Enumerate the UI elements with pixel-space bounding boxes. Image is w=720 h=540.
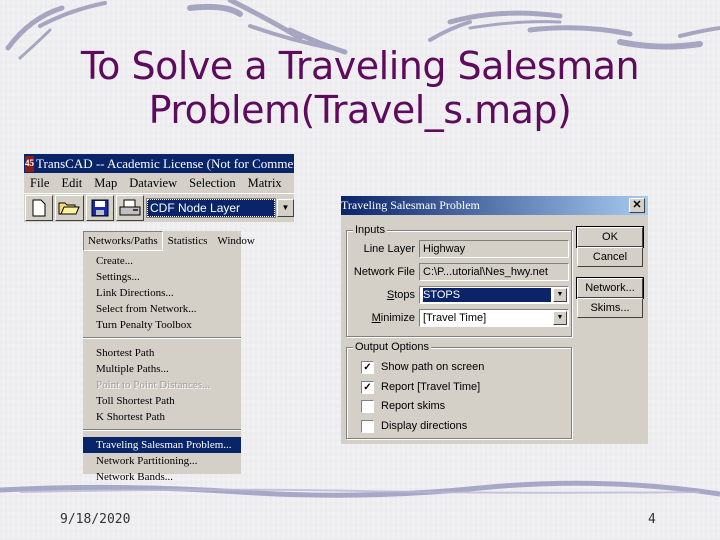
line-layer-label: Line Layer xyxy=(363,243,415,255)
open-folder-icon xyxy=(58,202,81,214)
transcad-logo-icon: 45 xyxy=(25,155,34,172)
menu-item-turn-penalty-toolbox[interactable]: Turn Penalty Toolbox xyxy=(83,317,241,333)
swoosh xyxy=(678,26,720,38)
checkbox-checked-icon[interactable]: ✓ xyxy=(361,380,374,394)
checkbox-unchecked-icon[interactable] xyxy=(361,419,374,433)
layer-combo[interactable]: CDF Node Layer ▼ xyxy=(146,197,294,218)
dialog-title-bar: Traveling Salesman Problem ✕ xyxy=(341,196,648,215)
menu-item-toll-shortest-path[interactable]: Toll Shortest Path xyxy=(83,393,241,409)
checkbox-checked-icon[interactable]: ✓ xyxy=(361,360,374,374)
menu-item-k-shortest-path[interactable]: K Shortest Path xyxy=(83,409,241,425)
transcad-window-title: TransCAD -- Academic License (Not for Co… xyxy=(36,156,294,171)
menu-item-link-directions[interactable]: Link Directions... xyxy=(83,285,241,301)
minimize-label: Minimize xyxy=(371,312,415,324)
menu-item-shortest-path[interactable]: Shortest Path xyxy=(83,345,241,361)
stops-select[interactable]: STOPS ▼ xyxy=(419,286,569,304)
transcad-title-bar: 45 TransCAD -- Academic License (Not for… xyxy=(24,154,294,173)
chevron-down-icon[interactable]: ▼ xyxy=(553,288,567,302)
menu-edit[interactable]: Edit xyxy=(55,173,88,193)
menu-matrix[interactable]: Matrix xyxy=(242,173,288,193)
menu-item-network-bands[interactable]: Network Bands... xyxy=(83,469,241,485)
tsp-dialog: Traveling Salesman Problem ✕ Inputs Line… xyxy=(341,196,648,444)
slide-title-line1: To Solve a Traveling Salesman xyxy=(80,44,640,88)
option-report-travel-time[interactable]: ✓ Report [Travel Time] xyxy=(361,380,480,394)
inputs-group: Inputs Line Layer Highway Network File C… xyxy=(346,223,572,337)
output-options-label: Output Options xyxy=(353,340,431,354)
minimize-select[interactable]: [Travel Time] ▼ xyxy=(419,309,569,327)
menu-window[interactable]: Window xyxy=(212,231,259,251)
option-label: Show path on screen xyxy=(381,361,485,373)
save-disk-icon xyxy=(91,199,109,216)
menu-networks-paths[interactable]: Networks/Paths xyxy=(83,231,163,251)
checkbox-unchecked-icon[interactable] xyxy=(361,399,374,413)
swoosh xyxy=(5,5,65,51)
chevron-down-icon[interactable]: ▼ xyxy=(277,198,294,217)
option-report-skims[interactable]: Report skims xyxy=(361,399,445,413)
transcad-menubar: File Edit Map Dataview Selection Matrix … xyxy=(24,173,294,194)
output-options-group: Output Options ✓ Show path on screen ✓ R… xyxy=(346,340,572,439)
menu-layers[interactable]: Layo xyxy=(288,173,295,193)
option-label: Report skims xyxy=(381,400,446,412)
option-label: Display directions xyxy=(381,420,468,432)
open-folder-button[interactable] xyxy=(55,194,84,221)
option-label: Report [Travel Time] xyxy=(381,381,481,393)
save-button[interactable] xyxy=(85,194,114,221)
option-display-directions[interactable]: Display directions xyxy=(361,419,467,433)
transcad-toolbar: CDF Node Layer ▼ xyxy=(24,194,294,221)
option-show-path[interactable]: ✓ Show path on screen xyxy=(361,360,484,374)
slide-title-line2: Problem(Travel_s.map) xyxy=(148,88,572,132)
menu-statistics[interactable]: Statistics xyxy=(163,231,213,251)
network-button[interactable]: Network... xyxy=(576,277,644,299)
slide-page-number: 4 xyxy=(648,512,656,527)
chevron-down-icon[interactable]: ▼ xyxy=(553,311,567,325)
new-file-button[interactable] xyxy=(25,194,54,221)
ok-button[interactable]: OK xyxy=(576,226,644,248)
print-icon xyxy=(119,199,141,215)
minimize-select-value: [Travel Time] xyxy=(423,312,487,324)
slide-date: 9/18/2020 xyxy=(60,512,131,527)
menu-item-multiple-paths[interactable]: Multiple Paths... xyxy=(83,361,241,377)
transcad-window-screenshot: 45 TransCAD -- Academic License (Not for… xyxy=(24,154,294,222)
stops-select-value: STOPS xyxy=(422,287,552,303)
menu-item-point-to-point-distances: Point to Point Distances... xyxy=(96,379,211,391)
cancel-button[interactable]: Cancel xyxy=(577,247,643,267)
network-file-label: Network File xyxy=(353,266,415,278)
menu-item-settings[interactable]: Settings... xyxy=(83,269,241,285)
menu-map[interactable]: Map xyxy=(88,173,123,193)
new-file-icon xyxy=(32,199,46,216)
menu-item-select-from-network[interactable]: Select from Network... xyxy=(83,301,241,317)
close-icon[interactable]: ✕ xyxy=(629,198,645,213)
footer-divider-line xyxy=(19,488,701,494)
menu-item-create[interactable]: Create... xyxy=(83,253,241,269)
inputs-group-label: Inputs xyxy=(353,223,387,237)
menu-file[interactable]: File xyxy=(24,173,55,193)
swoosh xyxy=(187,3,243,17)
skims-button[interactable]: Skims... xyxy=(577,298,643,318)
line-layer-field: Highway xyxy=(419,240,569,258)
network-file-field: C:\P...utorial\Nes_hwy.net xyxy=(419,263,569,281)
menu-selection[interactable]: Selection xyxy=(183,173,242,193)
slide-title: To Solve a Traveling Salesman Problem(Tr… xyxy=(0,44,720,132)
menu-menubar: Networks/Paths Statistics Window xyxy=(83,231,255,251)
stops-label: Stops xyxy=(386,289,415,301)
print-button[interactable] xyxy=(115,194,144,221)
swoosh xyxy=(428,20,472,42)
menu-item-network-partitioning[interactable]: Network Partitioning... xyxy=(83,453,241,469)
layer-combo-value[interactable]: CDF Node Layer xyxy=(146,197,276,218)
dialog-title: Traveling Salesman Problem xyxy=(341,198,480,212)
menu-separator xyxy=(83,429,241,431)
menu-dataview[interactable]: Dataview xyxy=(123,173,183,193)
networks-paths-menu: Networks/Paths Statistics Window Create.… xyxy=(83,231,255,483)
swoosh xyxy=(527,25,633,37)
menu-separator xyxy=(83,337,241,339)
menu-item-traveling-salesman-problem[interactable]: Traveling Salesman Problem... xyxy=(83,437,241,453)
